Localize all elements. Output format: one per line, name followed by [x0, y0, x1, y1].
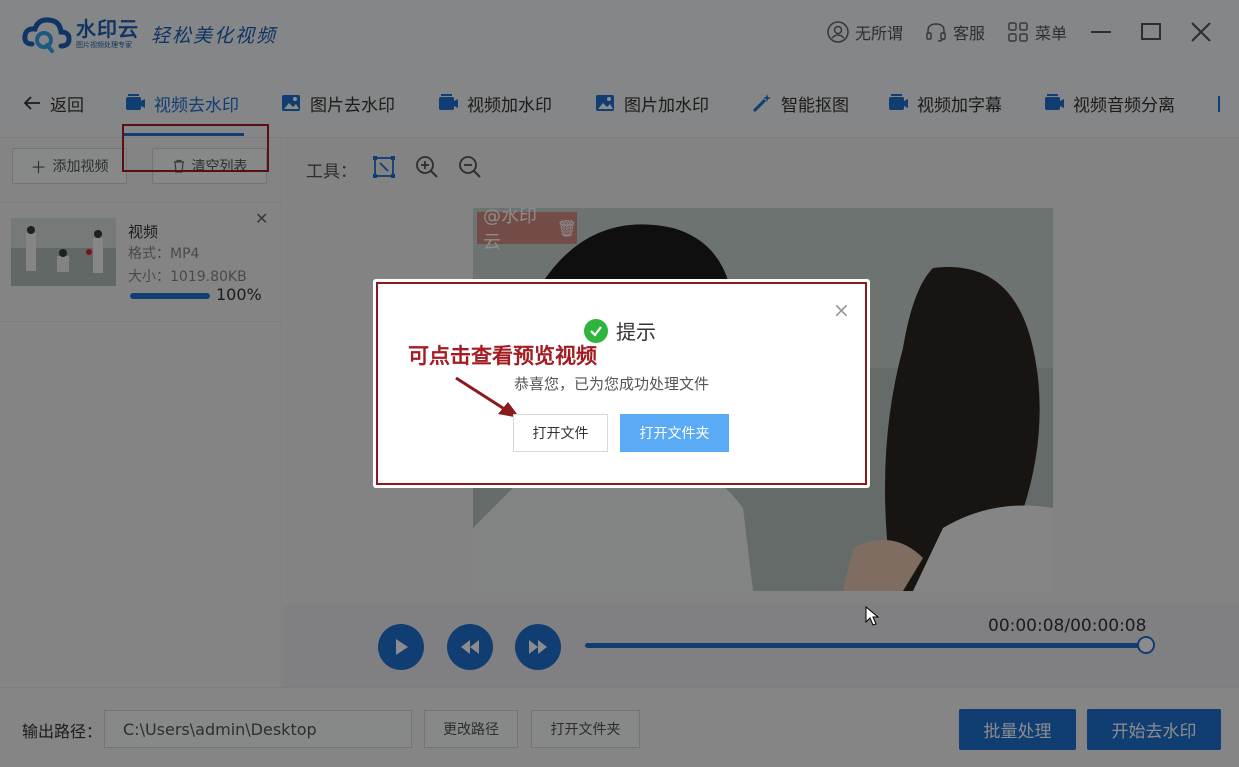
- open-folder-dialog-button[interactable]: 打开文件夹: [620, 414, 729, 452]
- dialog-title-text: 提示: [616, 320, 656, 344]
- dialog-close-icon[interactable]: ×: [833, 298, 850, 322]
- open-file-button[interactable]: 打开文件: [513, 414, 608, 452]
- mouse-pointer-icon: [865, 605, 880, 632]
- dialog-message: 恭喜您，已为您成功处理文件: [514, 375, 710, 393]
- success-check-icon: [584, 318, 608, 343]
- annotation-text: 可点击查看预览视频: [408, 344, 597, 368]
